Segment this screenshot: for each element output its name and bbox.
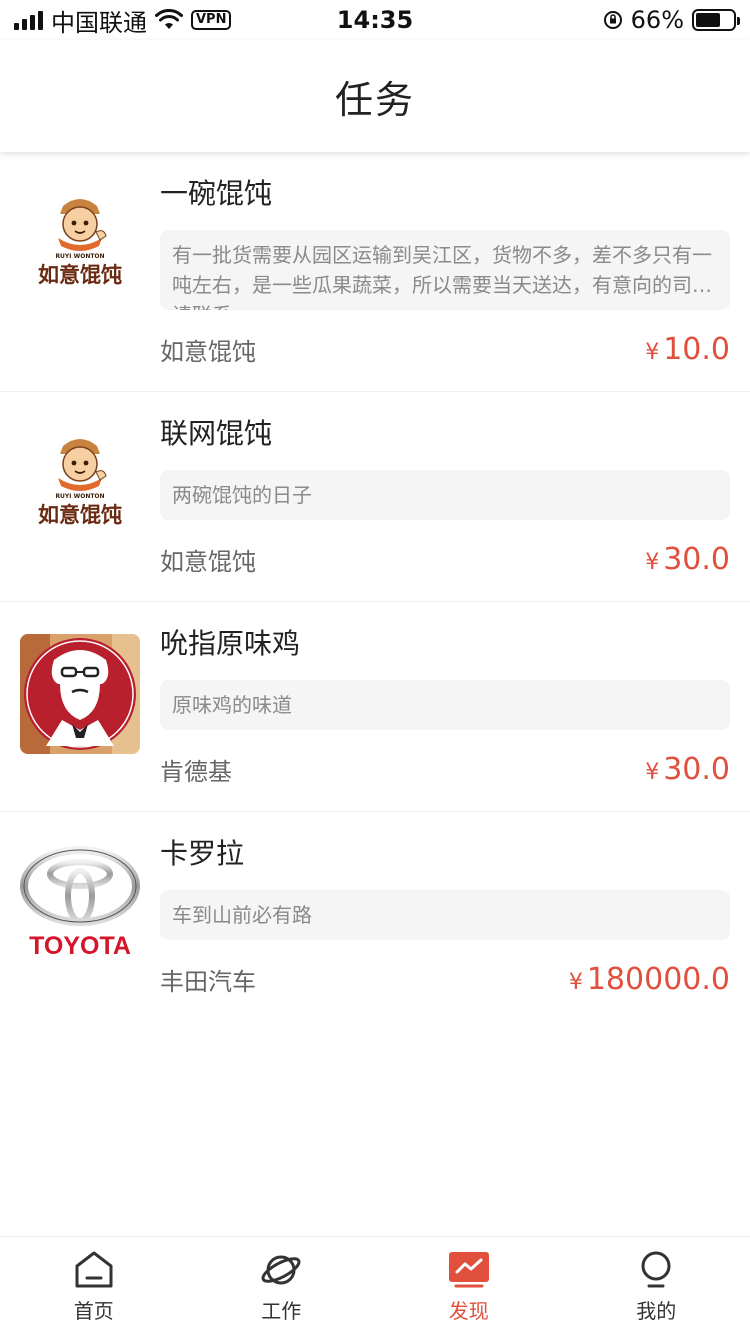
task-price: ¥180000.0 xyxy=(569,962,730,997)
task-company: 如意馄饨 xyxy=(160,548,256,576)
task-logo: RUYI WONTON 如意馄饨 xyxy=(20,424,140,544)
wifi-icon xyxy=(155,9,183,29)
task-logo xyxy=(20,634,140,754)
vpn-badge: VPN xyxy=(191,10,232,30)
price-value: 30.0 xyxy=(663,542,730,577)
tab-home[interactable]: 首页 xyxy=(34,1247,154,1324)
task-meta: 如意馄饨 ¥10.0 xyxy=(160,332,730,367)
bulb-icon xyxy=(633,1247,679,1293)
task-list: RUYI WONTON 如意馄饨 一碗馄饨 有一批货需要从园区运输到吴江区，货物… xyxy=(0,152,750,1021)
task-item[interactable]: RUYI WONTON 如意馄饨 联网馄饨 两碗馄饨的日子 如意馄饨 ¥30.0 xyxy=(0,392,750,602)
status-left: 中国联通 VPN xyxy=(14,3,232,38)
task-item[interactable]: RUYI WONTON 如意馄饨 一碗馄饨 有一批货需要从园区运输到吴江区，货物… xyxy=(0,152,750,392)
svg-text:RUYI WONTON: RUYI WONTON xyxy=(55,493,104,500)
battery-level xyxy=(696,13,720,27)
home-icon xyxy=(71,1247,117,1293)
battery-percent: 66% xyxy=(630,6,684,34)
task-description: 车到山前必有路 xyxy=(160,890,730,940)
tab-bar: 首页 工作 发现 我的 xyxy=(0,1236,750,1334)
task-price: ¥10.0 xyxy=(645,332,730,367)
nav-header: 任务 xyxy=(0,40,750,152)
task-price: ¥30.0 xyxy=(645,542,730,577)
tab-label: 我的 xyxy=(636,1299,677,1323)
currency-symbol: ¥ xyxy=(645,760,660,785)
price-value: 30.0 xyxy=(663,752,730,787)
tab-label: 发现 xyxy=(448,1299,489,1323)
svg-text:RUYI WONTON: RUYI WONTON xyxy=(55,253,104,260)
svg-text:如意馄饨: 如意馄饨 xyxy=(38,503,122,527)
status-right: 66% xyxy=(603,6,740,34)
task-description: 有一批货需要从园区运输到吴江区，货物不多，差不多只有一吨左右，是一些瓜果蔬菜，所… xyxy=(160,230,730,310)
task-description: 原味鸡的味道 xyxy=(160,680,730,730)
task-logo: TOYOTA xyxy=(20,844,140,964)
toyota-logo: TOYOTA xyxy=(20,846,140,960)
kfc-logo xyxy=(20,634,140,754)
currency-symbol: ¥ xyxy=(568,970,583,995)
price-value: 180000.0 xyxy=(586,962,730,997)
tab-mine[interactable]: 我的 xyxy=(596,1247,716,1324)
task-company: 丰田汽车 xyxy=(160,968,256,996)
task-body: 卡罗拉 车到山前必有路 丰田汽车 ¥180000.0 xyxy=(160,834,730,997)
task-meta: 肯德基 ¥30.0 xyxy=(160,752,730,787)
price-value: 10.0 xyxy=(663,332,730,367)
planet-icon xyxy=(258,1247,304,1293)
task-description: 两碗馄饨的日子 xyxy=(160,470,730,520)
task-body: 一碗馄饨 有一批货需要从园区运输到吴江区，货物不多，差不多只有一吨左右，是一些瓜… xyxy=(160,174,730,367)
task-price: ¥30.0 xyxy=(645,752,730,787)
task-meta: 如意馄饨 ¥30.0 xyxy=(160,542,730,577)
ruyi-wonton-logo: RUYI WONTON 如意馄饨 xyxy=(38,199,122,287)
task-meta: 丰田汽车 ¥180000.0 xyxy=(160,962,730,997)
currency-symbol: ¥ xyxy=(645,340,660,365)
battery-icon xyxy=(692,9,740,31)
task-title: 卡罗拉 xyxy=(160,837,245,870)
tab-label: 首页 xyxy=(73,1299,114,1323)
tab-label: 工作 xyxy=(261,1299,302,1323)
task-company: 肯德基 xyxy=(160,758,232,786)
status-bar: 中国联通 VPN 14:35 66% xyxy=(0,0,750,40)
task-company: 如意馄饨 xyxy=(160,338,256,366)
tab-work[interactable]: 工作 xyxy=(221,1247,341,1324)
svg-text:TOYOTA: TOYOTA xyxy=(29,932,131,960)
task-title: 联网馄饨 xyxy=(160,417,273,450)
trend-chart-icon xyxy=(446,1247,492,1293)
app-screen: 中国联通 VPN 14:35 66% 任务 RUYI WONTON 如意馄饨 一… xyxy=(0,0,750,1334)
page-title: 任务 xyxy=(334,77,415,122)
task-body: 吮指原味鸡 原味鸡的味道 肯德基 ¥30.0 xyxy=(160,624,730,787)
tab-discover[interactable]: 发现 xyxy=(409,1247,529,1324)
task-logo: RUYI WONTON 如意馄饨 xyxy=(20,184,140,304)
currency-symbol: ¥ xyxy=(645,550,660,575)
task-body: 联网馄饨 两碗馄饨的日子 如意馄饨 ¥30.0 xyxy=(160,414,730,577)
task-item[interactable]: 吮指原味鸡 原味鸡的味道 肯德基 ¥30.0 xyxy=(0,602,750,812)
task-title: 吮指原味鸡 xyxy=(160,627,301,660)
task-title: 一碗馄饨 xyxy=(160,177,273,210)
carrier-label: 中国联通 xyxy=(51,8,147,37)
signal-icon xyxy=(14,10,43,30)
svg-text:如意馄饨: 如意馄饨 xyxy=(38,263,122,287)
ruyi-wonton-logo: RUYI WONTON 如意馄饨 xyxy=(38,439,122,527)
task-item[interactable]: TOYOTA 卡罗拉 车到山前必有路 丰田汽车 ¥180000.0 xyxy=(0,812,750,1021)
orientation-lock-icon xyxy=(603,11,622,29)
